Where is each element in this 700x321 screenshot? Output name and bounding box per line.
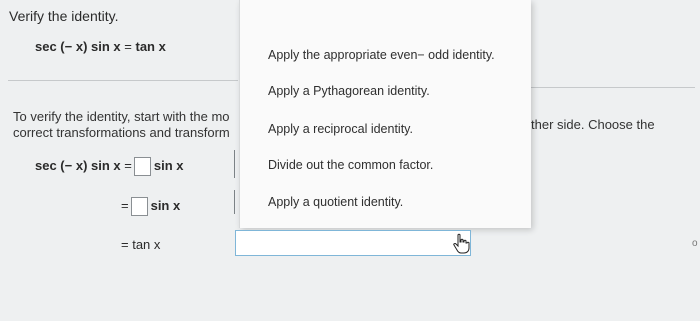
instruction-text: To verify the identity, start with the m… <box>13 109 230 141</box>
dropdown-option-divide-common-factor[interactable]: Divide out the common factor. <box>268 158 433 172</box>
instruction-line-1: To verify the identity, start with the m… <box>13 109 230 124</box>
work-row-1-equals: = <box>124 157 132 173</box>
question-title: Verify the identity. <box>9 8 119 24</box>
work-row-2-equals: = <box>121 197 129 213</box>
divider-right <box>530 87 695 88</box>
work-row-2: = sin x <box>121 197 180 216</box>
identity-equation: sec (− x) sin x = tan x <box>35 39 166 54</box>
equation-equals: = <box>124 39 132 54</box>
step-reason-bar-2 <box>234 190 235 214</box>
work-row-3: = tan x <box>121 237 161 252</box>
work-row-2-after: sin x <box>150 197 181 213</box>
edge-mark: o <box>692 238 698 249</box>
work-row-1-after: sin x <box>153 157 184 173</box>
work-row-1-lhs: sec (− x) sin x <box>35 157 121 173</box>
instruction-right-fragment: ther side. Choose the <box>531 117 655 132</box>
equation-rhs: tan x <box>135 39 166 54</box>
answer-blank-2[interactable] <box>130 197 148 216</box>
answer-blank-1[interactable] <box>133 157 151 176</box>
dropdown-option-pythagorean[interactable]: Apply a Pythagorean identity. <box>268 84 430 98</box>
equation-lhs: sec (− x) sin x <box>35 39 121 54</box>
reason-dropdown-menu: Apply the appropriate even− odd identity… <box>239 0 531 228</box>
instruction-line-2: correct transformations and transform <box>13 125 230 140</box>
divider-left <box>8 80 238 81</box>
dropdown-option-reciprocal[interactable]: Apply a reciprocal identity. <box>268 122 413 136</box>
work-row-1: sec (− x) sin x = sin x <box>35 157 183 176</box>
dropdown-option-quotient[interactable]: Apply a quotient identity. <box>268 195 403 209</box>
dropdown-option-even-odd[interactable]: Apply the appropriate even− odd identity… <box>268 48 495 62</box>
hand-cursor-icon <box>452 233 470 255</box>
step-reason-bar-1 <box>234 150 235 178</box>
step-reason-select[interactable] <box>235 230 471 256</box>
